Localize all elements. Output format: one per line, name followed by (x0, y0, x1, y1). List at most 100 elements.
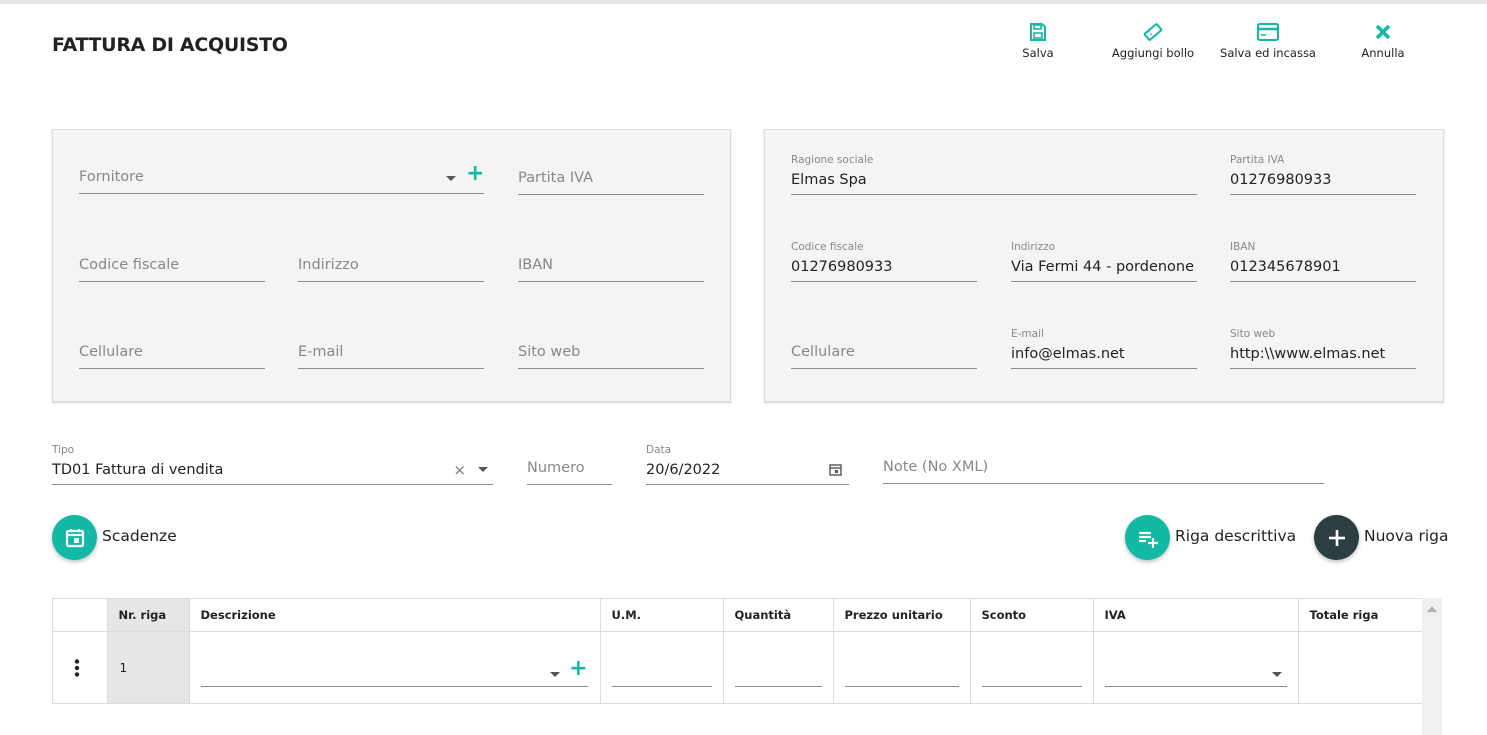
row-number-cell: 1 (107, 631, 190, 704)
credit-card-icon (1257, 23, 1279, 41)
company-iban-value: 012345678901 (1230, 259, 1341, 275)
add-description-row-label[interactable]: Riga descrittiva (1175, 527, 1296, 545)
company-tax-code-field[interactable]: Codice fiscale 01276980933 (791, 241, 977, 282)
column-header-nr-riga[interactable]: Nr. riga (107, 598, 190, 632)
date-field[interactable]: Data 20/6/2022 (646, 444, 849, 485)
company-tax-code-value: 01276980933 (791, 259, 893, 275)
company-name-label: Ragione sociale (791, 154, 874, 166)
discount-input[interactable] (981, 686, 1082, 687)
supplier-mobile-field[interactable]: Cellulare (79, 338, 265, 369)
unit-price-input[interactable] (844, 686, 959, 687)
close-icon (1375, 24, 1391, 40)
column-header-iva[interactable]: IVA (1093, 598, 1299, 632)
save-collect-button[interactable]: Salva ed incassa (1213, 22, 1323, 60)
supplier-address-field[interactable]: Indirizzo (298, 251, 484, 282)
supplier-iban-placeholder: IBAN (518, 257, 553, 273)
supplier-email-field[interactable]: E-mail (298, 338, 484, 369)
date-value: 20/6/2022 (646, 462, 721, 478)
number-field[interactable]: Numero (527, 454, 612, 485)
description-input[interactable] (200, 686, 588, 687)
row-menu-header (53, 598, 108, 632)
supplier-address-placeholder: Indirizzo (298, 257, 359, 273)
supplier-placeholder: Fornitore (79, 169, 144, 185)
grid-header-row: Nr. riga Descrizione U.M. Quantità Prezz… (53, 598, 1424, 632)
supplier-website-placeholder: Sito web (518, 344, 581, 360)
cancel-button[interactable]: Annulla (1328, 22, 1438, 60)
vat-select[interactable] (1104, 686, 1287, 687)
supplier-vat-field[interactable]: Partita IVA (518, 164, 704, 195)
supplier-select[interactable]: Fornitore (79, 163, 484, 194)
company-website-label: Sito web (1230, 328, 1276, 340)
column-header-um[interactable]: U.M. (600, 598, 724, 632)
column-header-quantita[interactable]: Quantità (723, 598, 834, 632)
company-address-field[interactable]: Indirizzo Via Fermi 44 - pordenone (1011, 241, 1197, 282)
company-tax-code-label: Codice fiscale (791, 241, 864, 253)
supplier-website-field[interactable]: Sito web (518, 338, 704, 369)
company-email-field[interactable]: E-mail info@elmas.net (1011, 328, 1197, 369)
column-header-prezzo-unitario[interactable]: Prezzo unitario (833, 598, 971, 632)
ticket-icon (1143, 23, 1163, 41)
more-vertical-icon[interactable] (74, 659, 80, 677)
notes-field[interactable]: Note (No XML) (883, 453, 1324, 484)
save-collect-label: Salva ed incassa (1220, 46, 1316, 60)
supplier-iban-field[interactable]: IBAN (518, 251, 704, 282)
add-stamp-label: Aggiungi bollo (1111, 46, 1195, 60)
company-vat-field[interactable]: Partita IVA 01276980933 (1230, 154, 1416, 195)
add-item-icon[interactable]: + (569, 658, 587, 680)
supplier-tax-code-field[interactable]: Codice fiscale (79, 251, 265, 282)
company-mobile-field[interactable]: Cellulare (791, 338, 977, 369)
clear-icon[interactable]: × (453, 463, 466, 478)
column-header-descrizione[interactable]: Descrizione (189, 598, 601, 632)
plus-icon (1328, 529, 1345, 546)
vat-cell[interactable] (1093, 631, 1299, 704)
column-header-totale-riga[interactable]: Totale riga (1298, 598, 1424, 632)
save-label: Salva (1022, 46, 1054, 60)
number-placeholder: Numero (527, 460, 585, 476)
notes-placeholder: Note (No XML) (883, 459, 989, 475)
supplier-vat-placeholder: Partita IVA (518, 170, 594, 186)
company-vat-label: Partita IVA (1230, 154, 1285, 166)
scadenze-label[interactable]: Scadenze (102, 527, 177, 545)
add-description-row-button[interactable] (1125, 515, 1170, 560)
add-stamp-button[interactable]: Aggiungi bollo (1098, 22, 1208, 60)
um-cell[interactable] (600, 631, 724, 704)
scroll-up-icon[interactable] (1427, 606, 1437, 612)
unit-price-cell[interactable] (833, 631, 971, 704)
column-header-sconto[interactable]: Sconto (970, 598, 1094, 632)
chevron-down-icon[interactable] (1271, 672, 1282, 677)
playlist-add-icon (1138, 531, 1158, 548)
save-button[interactable]: Salva (983, 22, 1093, 60)
supplier-card: Fornitore + Partita IVA Codice fiscale I… (52, 129, 731, 402)
grid-scrollbar[interactable] (1422, 598, 1442, 735)
company-website-field[interactable]: Sito web http:\\www.elmas.net (1230, 328, 1416, 369)
description-cell[interactable]: + (189, 631, 601, 704)
document-type-label: Tipo (52, 444, 75, 456)
new-row-button[interactable] (1314, 515, 1359, 560)
quantity-cell[interactable] (723, 631, 834, 704)
company-vat-value: 01276980933 (1230, 172, 1332, 188)
save-icon (1030, 23, 1046, 41)
company-website-value: http:\\www.elmas.net (1230, 346, 1386, 362)
chevron-down-icon[interactable] (478, 467, 488, 472)
row-total-cell (1298, 631, 1424, 704)
new-row-label[interactable]: Nuova riga (1364, 527, 1449, 545)
calendar-icon[interactable] (829, 463, 842, 476)
chevron-down-icon[interactable] (549, 672, 560, 677)
cancel-label: Annulla (1361, 46, 1405, 60)
um-input[interactable] (611, 686, 712, 687)
company-email-label: E-mail (1011, 328, 1044, 340)
document-type-select[interactable]: Tipo TD01 Fattura di vendita × (52, 444, 493, 485)
toolbar: Salva Aggiungi bollo Salva ed incassa An… (0, 22, 1487, 72)
quantity-input[interactable] (734, 686, 822, 687)
company-name-field[interactable]: Ragione sociale Elmas Spa (791, 154, 1197, 195)
supplier-tax-code-placeholder: Codice fiscale (79, 257, 180, 273)
company-address-value: Via Fermi 44 - pordenone (1011, 259, 1195, 275)
discount-cell[interactable] (970, 631, 1094, 704)
scadenze-button[interactable] (52, 515, 97, 560)
company-iban-field[interactable]: IBAN 012345678901 (1230, 241, 1416, 282)
supplier-email-placeholder: E-mail (298, 344, 344, 360)
add-supplier-icon[interactable]: + (466, 163, 484, 185)
chevron-down-icon[interactable] (446, 176, 456, 181)
row-number: 1 (119, 661, 128, 675)
row-menu-cell[interactable] (53, 631, 108, 704)
